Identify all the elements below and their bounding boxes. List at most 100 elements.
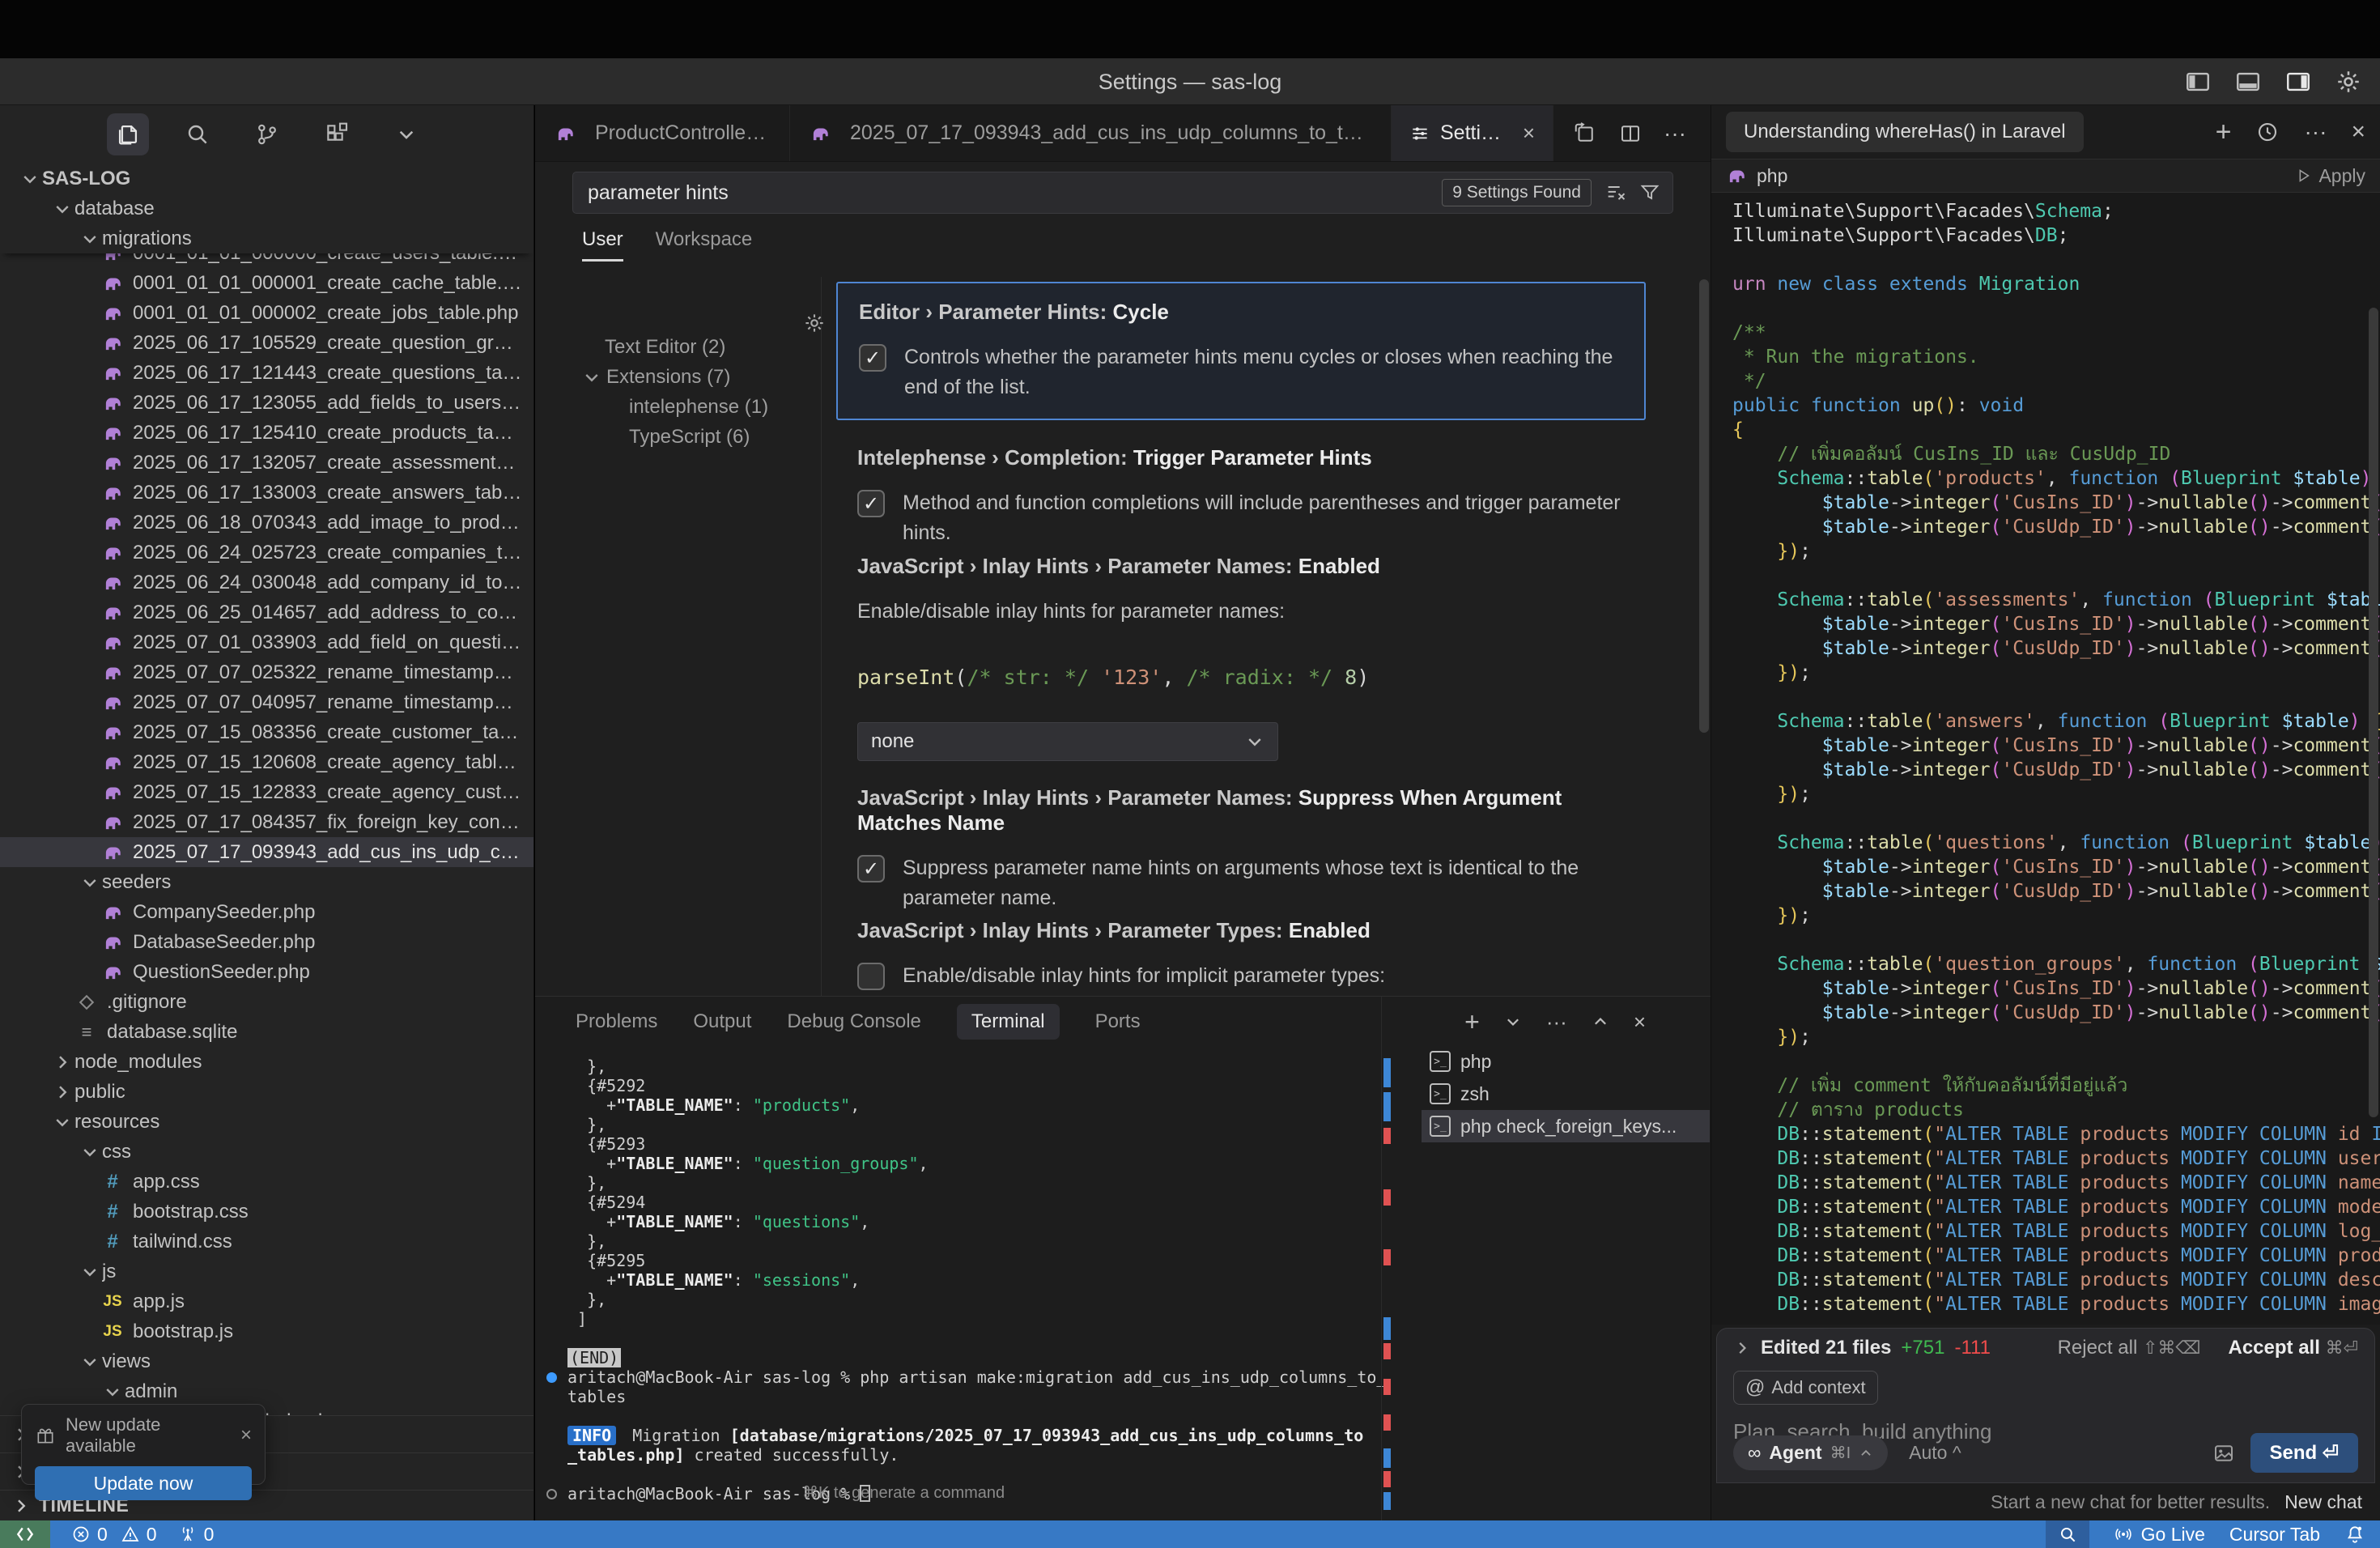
tree-item[interactable]: #tailwind.css bbox=[0, 1227, 533, 1257]
tree-item[interactable]: 2025_06_17_121443_create_questions_table… bbox=[0, 358, 533, 388]
tree-item[interactable]: .gitignore bbox=[0, 987, 533, 1017]
new-chat-icon[interactable]: + bbox=[2216, 117, 2232, 148]
new-chat-link[interactable]: New chat bbox=[2284, 1491, 2362, 1513]
tab-settings[interactable]: Settings × bbox=[1392, 105, 1553, 161]
source-control-icon[interactable] bbox=[246, 113, 288, 155]
toc-typescript[interactable]: TypeScript (6) bbox=[535, 422, 821, 452]
tab-output[interactable]: Output bbox=[693, 1010, 751, 1033]
scrollbar[interactable] bbox=[1699, 279, 1709, 733]
terminal-output[interactable]: }, {#5292 +"TABLE_NAME": "products", }, … bbox=[567, 1057, 1369, 1503]
tree-item[interactable]: 2025_06_24_030048_add_company_id_to_user… bbox=[0, 568, 533, 598]
setting-js-inlay-param-names-enabled[interactable]: JavaScript › Inlay Hints › Parameter Nam… bbox=[836, 538, 1646, 777]
new-terminal-icon[interactable]: + bbox=[1464, 1007, 1480, 1037]
tree-item[interactable]: 2025_06_24_025723_create_companies_table… bbox=[0, 538, 533, 568]
terminal-dropdown-icon[interactable] bbox=[1504, 1013, 1522, 1031]
tree-item[interactable]: #bootstrap.css bbox=[0, 1197, 533, 1227]
tree-folder-migrations[interactable]: migrations bbox=[0, 223, 533, 253]
tree-root-sas-log[interactable]: SAS-LOG bbox=[0, 164, 533, 194]
tree-item[interactable]: 2025_07_15_122833_create_agency_customer… bbox=[0, 777, 533, 807]
notifications-bell-icon[interactable] bbox=[2344, 1524, 2365, 1545]
reject-all-button[interactable]: Reject all ⇧⌘⌫ bbox=[2058, 1337, 2201, 1359]
tree-item[interactable]: JSbootstrap.js bbox=[0, 1316, 533, 1346]
attach-image-icon[interactable] bbox=[2212, 1441, 2236, 1465]
close-icon[interactable]: × bbox=[2351, 118, 2365, 146]
tree-item[interactable]: QuestionSeeder.php bbox=[0, 957, 533, 987]
tree-item[interactable]: ≡database.sqlite bbox=[0, 1017, 533, 1047]
remote-indicator[interactable] bbox=[0, 1520, 50, 1548]
send-button[interactable]: Send ⏎ bbox=[2250, 1433, 2358, 1473]
tree-item[interactable]: CompanySeeder.php bbox=[0, 897, 533, 927]
tree-item[interactable]: 2025_07_01_033903_add_field_on_question.… bbox=[0, 627, 533, 657]
settings-search-input[interactable]: parameter hints 9 Settings Found bbox=[572, 172, 1673, 214]
toc-extensions[interactable]: Extensions (7) bbox=[535, 362, 821, 392]
gear-icon[interactable] bbox=[802, 311, 827, 335]
tree-item[interactable]: JSapp.js bbox=[0, 1286, 533, 1316]
checkbox-unchecked[interactable] bbox=[857, 963, 885, 990]
tree-folder-views[interactable]: views bbox=[0, 1346, 533, 1376]
problems-indicator[interactable]: 0 0 bbox=[71, 1524, 157, 1546]
param-names-select[interactable]: none bbox=[857, 722, 1278, 761]
tree-item[interactable]: 2025_06_25_014657_add_address_to_compani… bbox=[0, 598, 533, 627]
tree-folder-resources[interactable]: resources bbox=[0, 1107, 533, 1137]
close-icon[interactable]: × bbox=[240, 1424, 252, 1447]
tree-item[interactable]: 2025_07_07_025322_rename_timestamp_in_us… bbox=[0, 657, 533, 687]
more-actions-icon[interactable]: ··· bbox=[1664, 121, 1686, 147]
tree-item[interactable]: 2025_06_18_070343_add_image_to_products_… bbox=[0, 508, 533, 538]
tab-problems[interactable]: Problems bbox=[576, 1010, 657, 1033]
split-editor-icon[interactable] bbox=[1618, 121, 1643, 146]
tab-ports[interactable]: Ports bbox=[1095, 1010, 1141, 1033]
agent-mode-selector[interactable]: ∞Agent ⌘I bbox=[1733, 1435, 1888, 1470]
open-preview-icon[interactable] bbox=[1573, 121, 1597, 146]
ports-indicator[interactable]: 0 bbox=[178, 1524, 215, 1546]
tab-terminal[interactable]: Terminal bbox=[957, 1004, 1060, 1040]
toc-text-editor[interactable]: Text Editor (2) bbox=[535, 332, 821, 362]
close-panel-icon[interactable]: × bbox=[1634, 1010, 1646, 1035]
close-icon[interactable]: × bbox=[1523, 121, 1535, 146]
cursor-tab-button[interactable]: Cursor Tab bbox=[2229, 1524, 2320, 1546]
zoom-indicator[interactable] bbox=[2046, 1520, 2089, 1548]
more-actions-icon[interactable]: ··· bbox=[1546, 1010, 1567, 1035]
tab-productcontroller[interactable]: ProductController.php bbox=[535, 105, 790, 161]
filter-icon[interactable] bbox=[1638, 181, 1661, 204]
toggle-left-sidebar-icon[interactable] bbox=[2182, 66, 2213, 97]
toc-intelephense[interactable]: intelephense (1) bbox=[535, 392, 821, 422]
setting-js-inlay-param-types-enabled[interactable]: JavaScript › Inlay Hints › Parameter Typ… bbox=[836, 902, 1646, 996]
history-icon[interactable] bbox=[2255, 120, 2280, 144]
explorer-icon[interactable] bbox=[107, 113, 149, 155]
maximize-panel-icon[interactable] bbox=[1592, 1013, 1609, 1031]
chevron-down-icon[interactable] bbox=[385, 113, 427, 155]
extensions-icon[interactable] bbox=[316, 113, 358, 155]
tree-folder-database[interactable]: database bbox=[0, 194, 533, 223]
tree-folder-seeders[interactable]: seeders bbox=[0, 867, 533, 897]
checkbox-checked[interactable]: ✓ bbox=[857, 855, 885, 882]
tab-debug-console[interactable]: Debug Console bbox=[787, 1010, 920, 1033]
tree-folder-node-modules[interactable]: node_modules bbox=[0, 1047, 533, 1077]
edited-files-label[interactable]: Edited 21 files bbox=[1761, 1337, 1891, 1359]
tree-item[interactable]: DatabaseSeeder.php bbox=[0, 927, 533, 957]
tree-item[interactable]: 2025_07_17_084357_fix_foreign_key_constr… bbox=[0, 807, 533, 837]
settings-gear-icon[interactable] bbox=[2333, 66, 2364, 97]
toggle-panel-icon[interactable] bbox=[2233, 66, 2263, 97]
tree-item[interactable]: 2025_06_17_123055_add_fields_to_users_ta… bbox=[0, 388, 533, 418]
update-now-button[interactable]: Update now bbox=[35, 1466, 252, 1500]
search-icon[interactable] bbox=[176, 113, 219, 155]
tree-item[interactable]: 2025_06_17_133003_create_answers_table.p… bbox=[0, 478, 533, 508]
tree-item[interactable]: 2025_06_17_125410_create_products_table.… bbox=[0, 418, 533, 448]
tree-folder-css[interactable]: css bbox=[0, 1137, 533, 1167]
tree-item[interactable]: 2025_07_15_120608_create_agency_table.ph… bbox=[0, 747, 533, 777]
accept-all-button[interactable]: Accept all ⌘⏎ bbox=[2229, 1337, 2359, 1359]
tree-item[interactable]: 0001_01_01_000001_create_cache_table.php bbox=[0, 268, 533, 298]
checkbox-checked[interactable]: ✓ bbox=[859, 344, 886, 372]
checkbox-checked[interactable]: ✓ bbox=[857, 490, 885, 517]
add-context-chip[interactable]: @Add context bbox=[1733, 1371, 1878, 1405]
tree-folder-admin[interactable]: admin bbox=[0, 1376, 533, 1406]
tab-workspace-settings[interactable]: Workspace bbox=[656, 228, 753, 262]
toggle-right-sidebar-icon[interactable] bbox=[2283, 66, 2314, 97]
tab-migration-file[interactable]: 2025_07_17_093943_add_cus_ins_udp_column… bbox=[790, 105, 1392, 161]
tree-item[interactable]: 2025_06_17_132057_create_assessments_tab… bbox=[0, 448, 533, 478]
tree-item[interactable]: 0001_01_01_000002_create_jobs_table.php bbox=[0, 298, 533, 328]
tree-item[interactable]: 2025_07_07_040957_rename_timestamp_in_mu… bbox=[0, 687, 533, 717]
go-live-button[interactable]: Go Live bbox=[2114, 1524, 2205, 1546]
terminal-instance-zsh[interactable]: >_zsh bbox=[1422, 1078, 1710, 1110]
tab-user-settings[interactable]: User bbox=[582, 228, 623, 262]
